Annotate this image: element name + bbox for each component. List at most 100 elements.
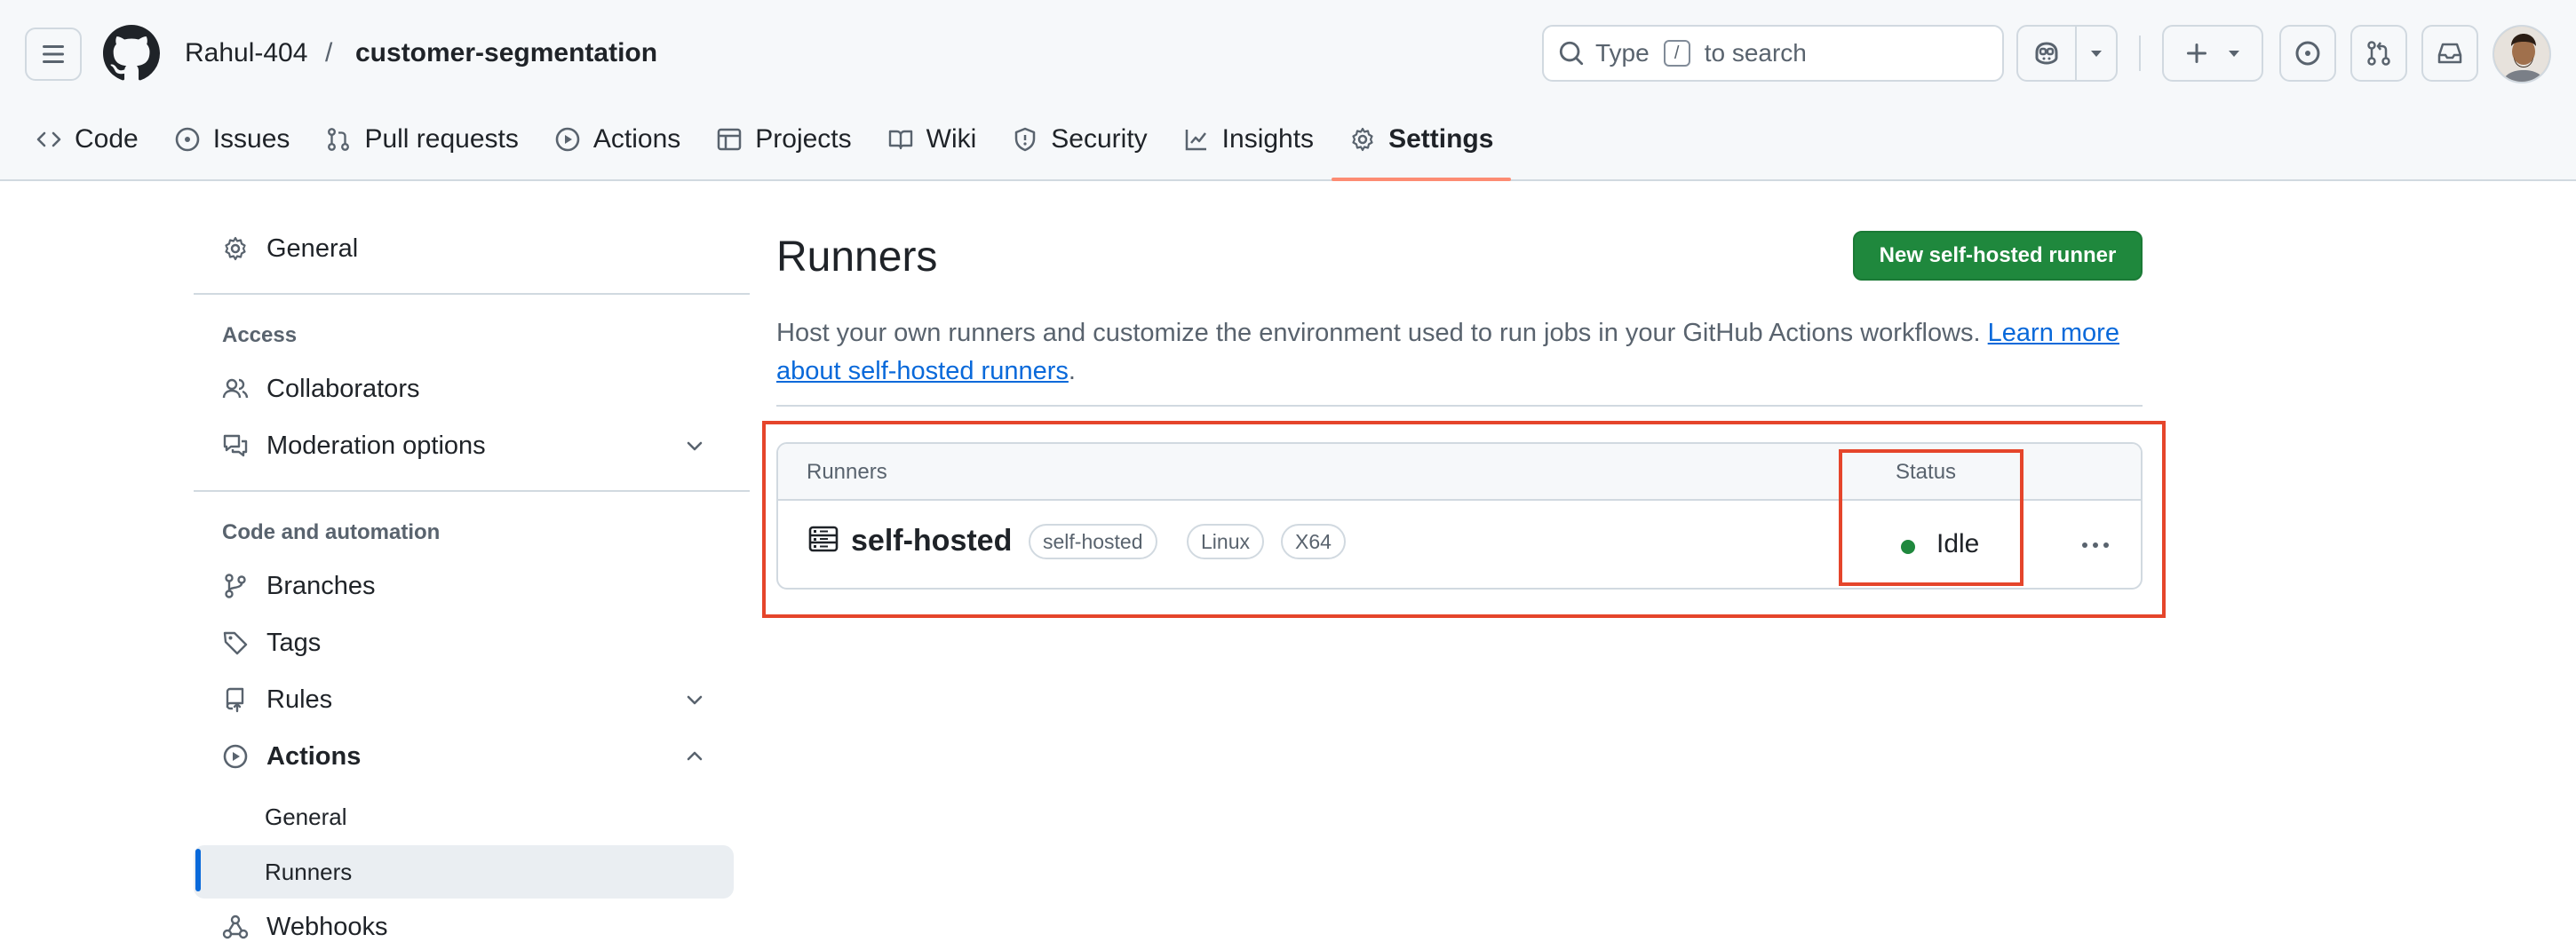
runner-name-link[interactable]: self-hosted	[851, 524, 1012, 558]
chevron-down-icon	[684, 689, 705, 710]
page-description: Host your own runners and customize the …	[776, 314, 2144, 391]
breadcrumb-repo[interactable]: customer-segmentation	[355, 36, 657, 71]
tab-label: Insights	[1221, 124, 1315, 154]
search-placeholder-suffix: to search	[1704, 39, 1807, 67]
repo-push-icon	[222, 686, 249, 713]
git-branch-icon	[222, 573, 249, 599]
new-self-hosted-runner-button[interactable]: New self-hosted runner	[1853, 231, 2143, 281]
sidebar-item-label: Tags	[266, 628, 322, 657]
sidebar-item-collaborators[interactable]: Collaborators	[194, 362, 734, 416]
runner-label: Linux	[1187, 524, 1264, 559]
graph-icon	[1183, 126, 1210, 153]
search-shortcut-key: /	[1663, 40, 1690, 67]
sidebar-subitem-actions-runners[interactable]: Runners	[194, 845, 734, 899]
sidebar-item-webhooks[interactable]: Webhooks	[194, 900, 734, 950]
kebab-dot	[2093, 542, 2098, 548]
runner-label: X64	[1281, 524, 1346, 559]
tab-wiki[interactable]: Wiki	[870, 108, 995, 170]
webhook-icon	[222, 914, 249, 940]
git-pull-request-icon	[325, 126, 352, 153]
chevron-up-icon	[684, 746, 705, 767]
plus-icon	[2185, 42, 2208, 65]
column-header-runners: Runners	[807, 460, 887, 484]
repo-nav-tabs: Code Issues Pull requests Actions Projec…	[18, 108, 1512, 181]
tab-projects[interactable]: Projects	[698, 108, 869, 170]
tab-pull-requests[interactable]: Pull requests	[307, 108, 536, 170]
inbox-button[interactable]	[2421, 25, 2478, 82]
book-icon	[887, 126, 914, 153]
kebab-dot	[2082, 542, 2087, 548]
header-divider	[2139, 36, 2141, 71]
runners-table-header: Runners Status	[778, 444, 2141, 501]
gear-icon	[1349, 126, 1376, 153]
tab-actions[interactable]: Actions	[537, 108, 698, 170]
tab-settings[interactable]: Settings	[1332, 108, 1512, 181]
kebab-dot	[2103, 542, 2109, 548]
search-placeholder-prefix: Type	[1595, 39, 1650, 67]
github-logo-icon[interactable]	[103, 25, 160, 82]
table-icon	[716, 126, 743, 153]
breadcrumb-owner[interactable]: Rahul-404	[185, 36, 307, 71]
comment-discussion-icon	[222, 432, 249, 459]
chevron-down-icon	[684, 435, 705, 456]
breadcrumb-separator: /	[325, 38, 333, 67]
runner-options-button[interactable]	[2075, 527, 2116, 563]
gear-icon	[222, 235, 249, 262]
people-icon	[222, 376, 249, 402]
issue-opened-icon	[174, 126, 201, 153]
description-text: Host your own runners and customize the …	[776, 319, 1981, 347]
sidebar-item-tags[interactable]: Tags	[194, 616, 734, 669]
tab-label: Actions	[592, 124, 681, 154]
code-icon	[36, 126, 62, 153]
sidebar-heading-access: Access	[222, 323, 298, 347]
sidebar-item-branches[interactable]: Branches	[194, 559, 734, 613]
tab-label: Pull requests	[364, 124, 519, 154]
tab-insights[interactable]: Insights	[1165, 108, 1332, 170]
sidebar-item-actions[interactable]: Actions	[194, 730, 734, 783]
sidebar-item-label: Collaborators	[266, 374, 420, 403]
copilot-icon	[2031, 40, 2062, 67]
tab-code[interactable]: Code	[18, 108, 156, 170]
sidebar-item-label: Branches	[266, 571, 376, 600]
triangle-down-icon	[2090, 49, 2103, 58]
status-dot-icon	[1901, 540, 1915, 554]
tab-security[interactable]: Security	[994, 108, 1165, 170]
sidebar-subitem-actions-general[interactable]: General	[194, 790, 734, 843]
triangle-down-icon	[2228, 49, 2240, 58]
copilot-dropdown-button[interactable]	[2077, 27, 2116, 80]
issues-button[interactable]	[2279, 25, 2336, 82]
create-new-button[interactable]	[2162, 25, 2263, 82]
runner-status: Idle	[1936, 529, 1980, 558]
sidebar-item-moderation[interactable]: Moderation options	[194, 419, 734, 472]
sidebar-divider	[194, 293, 750, 295]
sidebar-item-label: General	[266, 234, 359, 263]
tab-label: Projects	[755, 124, 852, 154]
description-period: .	[1068, 357, 1076, 385]
menu-button[interactable]	[25, 28, 82, 81]
sidebar-item-general[interactable]: General	[194, 222, 734, 275]
column-header-status: Status	[1896, 460, 1957, 484]
tab-label: Code	[75, 124, 139, 154]
shield-icon	[1012, 126, 1038, 153]
user-avatar[interactable]	[2493, 25, 2551, 83]
server-icon	[808, 526, 839, 552]
table-row: self-hosted self-hosted Linux X64 Idle	[778, 501, 2141, 588]
tab-label: Settings	[1388, 124, 1494, 154]
play-icon	[554, 126, 581, 153]
page-title: Runners	[776, 234, 938, 281]
hamburger-icon	[41, 44, 66, 65]
runner-label: self-hosted	[1029, 524, 1157, 559]
tab-label: Security	[1051, 124, 1148, 154]
copilot-button[interactable]	[2018, 27, 2077, 80]
search-input[interactable]: Type / to search	[1542, 25, 2004, 82]
sidebar-item-label: Rules	[266, 685, 333, 714]
sidebar-item-label: Actions	[266, 741, 362, 771]
tab-issues[interactable]: Issues	[156, 108, 308, 170]
copilot-button-group	[2016, 25, 2118, 82]
tag-icon	[222, 629, 249, 656]
search-icon	[1558, 40, 1585, 67]
main-divider	[776, 405, 2143, 407]
sidebar-item-rules[interactable]: Rules	[194, 673, 734, 726]
pull-requests-button[interactable]	[2350, 25, 2407, 82]
global-header: Rahul-404 / customer-segmentation Type /…	[0, 0, 2576, 181]
